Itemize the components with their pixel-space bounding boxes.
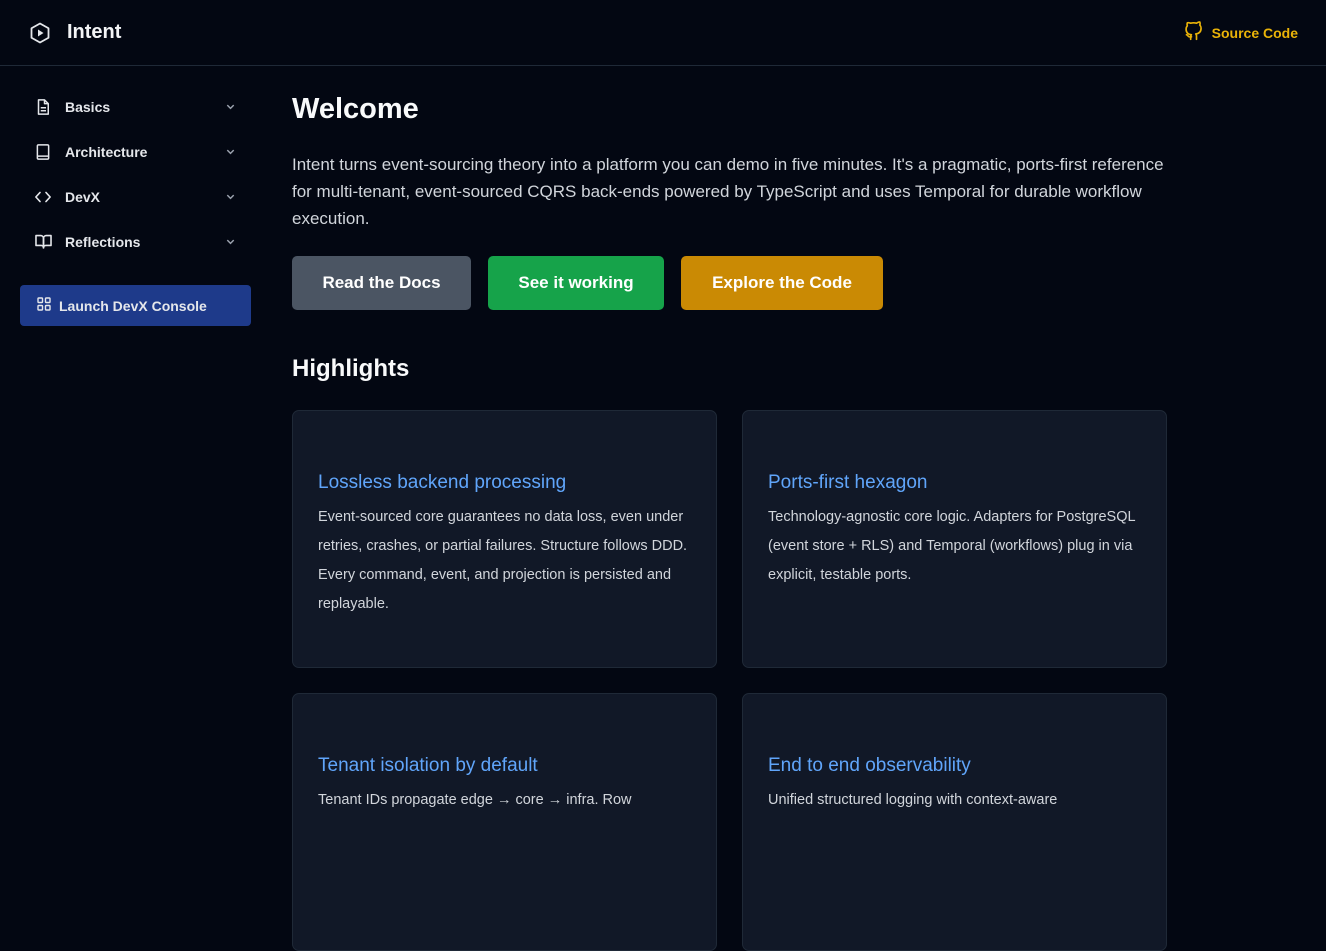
chevron-down-icon	[224, 101, 236, 113]
card-title: Lossless backend processing	[318, 472, 567, 493]
card-title: Tenant isolation by default	[318, 755, 538, 776]
chevron-down-icon	[224, 146, 236, 158]
brand[interactable]: Intent	[27, 20, 121, 46]
card-text: Tenant IDs propagate edge → core → infra…	[318, 792, 632, 808]
sidebar-item-architecture[interactable]: Architecture	[20, 129, 250, 174]
source-code-link[interactable]: Source Code	[1184, 21, 1298, 44]
highlights-heading: Highlights	[292, 355, 410, 382]
sidebar-item-label: Architecture	[65, 143, 148, 160]
sidebar-item-label: Reflections	[65, 233, 141, 250]
chevron-down-icon	[224, 191, 236, 203]
sidebar-item-reflections[interactable]: Reflections	[20, 219, 250, 264]
card-text: Unified structured logging with context-…	[768, 792, 1058, 808]
brand-title: Intent	[67, 21, 122, 43]
document-icon	[33, 97, 53, 117]
sidebar-item-devx[interactable]: DevX	[20, 174, 250, 219]
intro-paragraph: Intent turns event-sourcing theory into …	[292, 155, 1164, 228]
chevron-down-icon	[224, 236, 236, 248]
page-title: Welcome	[292, 93, 419, 125]
launch-devx-console-button[interactable]: Launch DevX Console	[20, 285, 251, 326]
sidebar-item-label: DevX	[65, 188, 101, 205]
highlight-card: Lossless backend processing Event-source…	[292, 410, 717, 668]
open-book-icon	[33, 232, 53, 252]
source-code-label: Source Code	[1211, 24, 1298, 41]
highlight-card: End to end observability Unified structu…	[742, 693, 1167, 951]
launch-button-label: Launch DevX Console	[59, 297, 207, 314]
highlight-card: Tenant isolation by default Tenant IDs p…	[292, 693, 717, 951]
sidebar-item-label: Basics	[65, 98, 111, 115]
see-it-working-button[interactable]: See it working	[488, 256, 664, 310]
github-icon	[1184, 21, 1204, 44]
grid-icon	[37, 297, 51, 314]
highlight-card: Ports-first hexagon Technology-agnostic …	[742, 410, 1167, 668]
card-title: End to end observability	[768, 755, 971, 776]
card-text: Technology-agnostic core logic. Adapters…	[768, 509, 1135, 583]
read-docs-button[interactable]: Read the Docs	[292, 256, 471, 310]
main-content: Welcome Intent turns event-sourcing theo…	[292, 66, 1292, 951]
sidebar-item-basics[interactable]: Basics	[20, 84, 250, 129]
card-title: Ports-first hexagon	[768, 472, 928, 493]
book-icon	[33, 142, 53, 162]
card-text: Event-sourced core guarantees no data lo…	[318, 509, 688, 612]
sidebar: Basics Architecture DevX Reflections Lau…	[0, 66, 270, 825]
play-circle-icon	[27, 20, 53, 46]
code-icon	[33, 187, 53, 207]
highlights-grid: Lossless backend processing Event-source…	[292, 410, 1292, 951]
cta-buttons: Read the Docs See it working Explore the…	[292, 256, 1292, 310]
top-bar: Intent Source Code	[0, 0, 1326, 66]
explore-code-button[interactable]: Explore the Code	[681, 256, 883, 310]
